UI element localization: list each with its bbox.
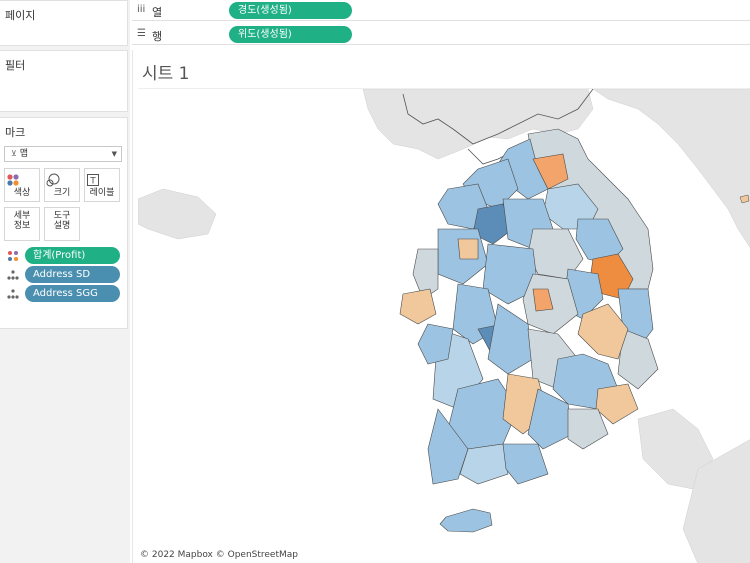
- detail-button[interactable]: 세부 정보: [4, 207, 40, 241]
- map-mark-icon: ⊻: [11, 149, 17, 158]
- address-sgg-field-pill[interactable]: Address SGG: [25, 285, 120, 302]
- columns-shelf[interactable]: iii 열 경도(생성됨): [132, 0, 750, 21]
- basemap: [137, 88, 750, 563]
- rows-shelf-label: 행: [152, 30, 163, 43]
- choropleth-map[interactable]: [137, 88, 750, 563]
- color-button[interactable]: 색상: [4, 168, 40, 202]
- detail-button-label-1: 세부: [13, 211, 31, 221]
- filters-title: 필터: [5, 59, 26, 72]
- profit-field-pill[interactable]: 합계(Profit): [25, 247, 120, 264]
- size-circles-icon: [46, 173, 60, 187]
- worksheet: 시트 1 © 2022 Mapbox © OpenStreetMap: [132, 50, 750, 563]
- map-view[interactable]: [137, 88, 750, 563]
- rows-shelf[interactable]: ☰ 행 위도(생성됨): [132, 24, 750, 45]
- text-t-icon: T: [87, 174, 99, 187]
- chevron-down-icon: ▼: [111, 150, 117, 158]
- label-button[interactable]: T 레이블: [84, 168, 120, 202]
- size-button[interactable]: 크기: [44, 168, 80, 202]
- tooltip-button-label-2: 설명: [53, 221, 71, 231]
- columns-shelf-label: 열: [152, 6, 163, 19]
- sgg-regions[interactable]: [399, 128, 659, 485]
- color-dots-icon: [8, 251, 18, 261]
- columns-icon: iii: [137, 4, 146, 15]
- sheet-title[interactable]: 시트 1: [142, 59, 190, 84]
- pages-title: 페이지: [5, 9, 36, 22]
- label-button-label: 레이블: [89, 188, 115, 198]
- filters-card[interactable]: 필터: [0, 50, 128, 112]
- color-button-label: 색상: [13, 188, 31, 198]
- rows-icon: ☰: [137, 28, 146, 39]
- left-panel: 페이지 필터 마크 ⊻ 맵 ▼ 색상 크기 T 레이블 세부 정보 도구 설명 …: [0, 0, 130, 563]
- map-attribution[interactable]: © 2022 Mapbox © OpenStreetMap: [140, 550, 298, 560]
- svg-text:T: T: [89, 177, 96, 187]
- tooltip-button-label-1: 도구: [53, 211, 71, 221]
- mark-type-value: 맵: [19, 149, 29, 159]
- longitude-pill[interactable]: 경도(생성됨): [229, 2, 352, 19]
- color-dots-icon: [7, 174, 19, 186]
- jeju-region[interactable]: [439, 508, 493, 533]
- size-button-label: 크기: [53, 188, 71, 198]
- pages-card[interactable]: 페이지: [0, 0, 128, 46]
- marks-title: 마크: [5, 126, 26, 139]
- address-sd-field-pill[interactable]: Address SD: [25, 266, 120, 283]
- latitude-pill[interactable]: 위도(생성됨): [229, 26, 352, 43]
- tooltip-button[interactable]: 도구 설명: [44, 207, 80, 241]
- detail-button-label-2: 정보: [13, 221, 31, 231]
- mark-type-dropdown[interactable]: ⊻ 맵 ▼: [4, 146, 122, 162]
- detail-dots-icon: [7, 270, 19, 280]
- detail-dots-icon: [7, 289, 19, 299]
- marks-card: 마크 ⊻ 맵 ▼ 색상 크기 T 레이블 세부 정보 도구 설명 합계(Prof…: [0, 117, 128, 329]
